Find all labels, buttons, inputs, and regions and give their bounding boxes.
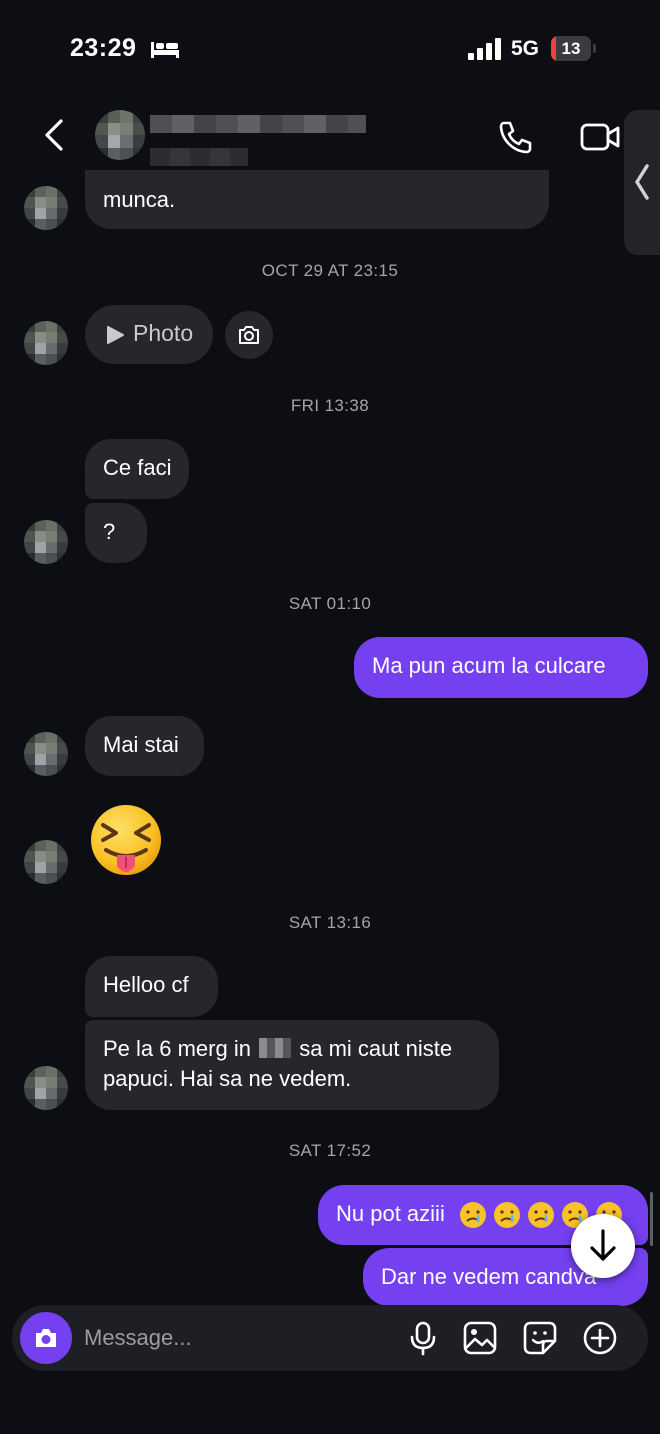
message-bubble-incoming[interactable]: Helloo cf [85,956,218,1017]
sender-avatar [24,520,68,564]
redacted-word [259,1038,292,1058]
crying-face-icon [460,1202,486,1228]
camera-icon [36,1329,56,1347]
video-icon[interactable] [578,117,622,157]
message-composer [12,1305,648,1371]
message-text: Helloo cf [103,972,189,997]
status-bar: 23:29 5G 13 [0,0,660,95]
microphone-icon[interactable] [405,1320,441,1356]
message-bubble-incoming[interactable]: munca. [85,170,549,229]
sender-avatar [24,732,68,776]
battery-level: 13 [561,39,581,58]
message-text: munca. [103,187,176,212]
sender-avatar [24,186,68,230]
message-text: Nu pot aziii [336,1201,445,1226]
message-text: ? [103,519,116,544]
phone-icon[interactable] [496,117,536,157]
arrow-down-icon [590,1229,616,1261]
sender-avatar [24,840,68,884]
scrollbar[interactable] [650,1192,653,1246]
sender-avatar [24,321,68,365]
side-panel-handle[interactable] [624,110,660,255]
date-separator: SAT 13:16 [288,913,372,932]
message-bubble-incoming[interactable]: Mai stai [85,716,204,776]
signal-icon [468,38,501,60]
message-input[interactable] [84,1322,384,1354]
date-separator: SAT 17:52 [288,1141,372,1160]
photo-label: Photo [133,320,194,346]
message-bubble-outgoing[interactable]: Ma pun acum la culcare [354,637,648,698]
message-text: Dar ne vedem candva [381,1264,597,1289]
scroll-to-bottom-button[interactable] [571,1214,635,1278]
date-separator: SAT 01:10 [288,594,372,613]
camera-icon [239,326,259,344]
contact-avatar[interactable] [95,110,145,160]
sticker-icon[interactable] [522,1320,558,1356]
message-bubble-incoming[interactable]: Ce faci [85,439,190,499]
gallery-icon[interactable] [462,1320,498,1356]
message-text-part: sa mi caut niste [299,1036,453,1061]
contact-username-redacted [150,148,248,166]
squinting-face-with-tongue-icon[interactable] [88,804,164,880]
message-bubble-incoming[interactable]: ? [85,503,147,563]
add-icon[interactable] [582,1320,618,1356]
message-text: Ce faci [103,455,172,480]
status-time: 23:29 [70,34,137,62]
reply-camera-button[interactable] [225,311,273,359]
composer-camera-button[interactable] [20,1312,72,1364]
chevron-left-icon [635,164,649,200]
message-bubble-incoming[interactable]: Pe la 6 merg in sa mi caut niste papuci.… [85,1020,499,1110]
date-separator: OCT 29 AT 23:15 [261,261,399,280]
date-separator: FRI 13:38 [290,396,370,415]
view-photo-button[interactable]: Photo [85,305,213,364]
network-label: 5G [511,37,540,60]
back-icon[interactable] [36,113,76,157]
message-text: Ma pun acum la culcare [372,653,606,678]
battery-indicator: 13 [551,36,597,61]
message-text-part: Pe la 6 merg in [103,1036,251,1061]
message-text-part: papuci. Hai sa ne vedem. [103,1066,352,1091]
message-text: Mai stai [103,732,179,757]
sender-avatar [24,1066,68,1110]
play-icon [107,326,124,344]
contact-name-redacted[interactable] [150,115,366,133]
bed-icon [151,42,179,58]
